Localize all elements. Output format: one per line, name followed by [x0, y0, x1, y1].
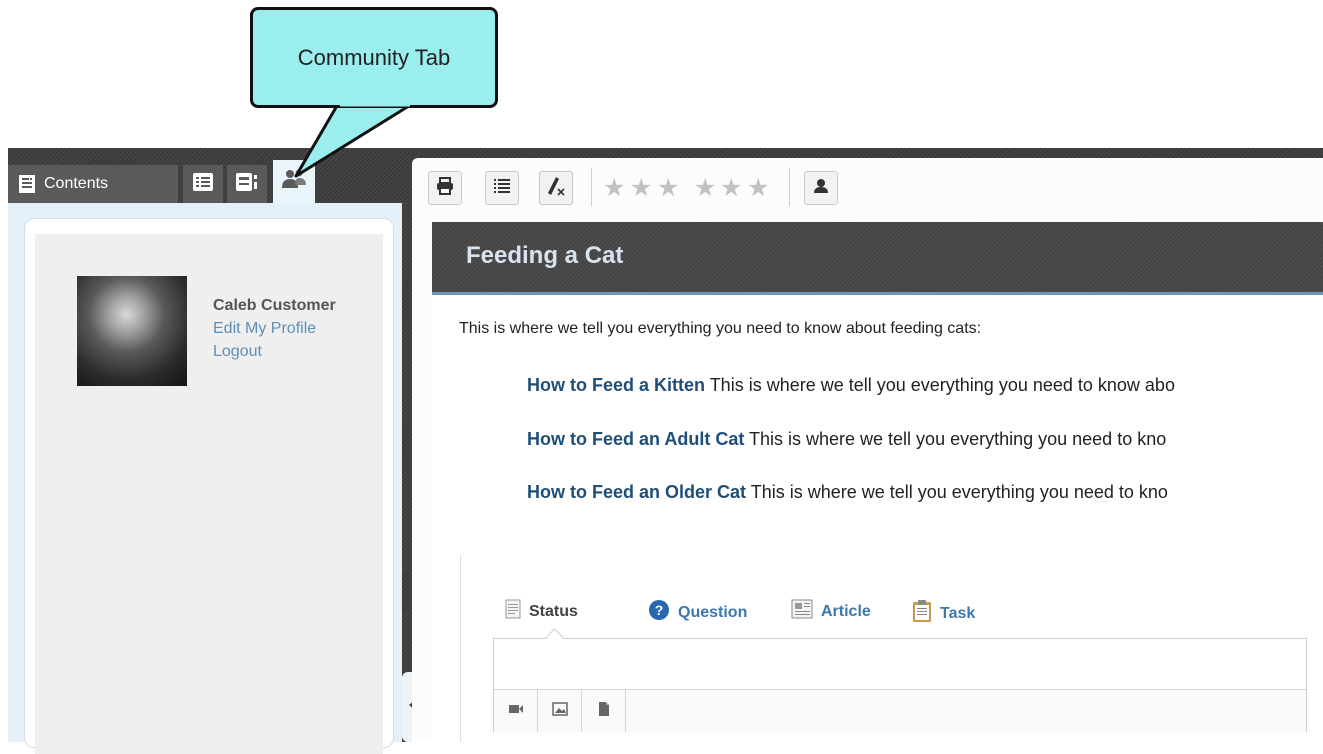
callout: Community Tab — [250, 7, 498, 108]
profile-name: Caleb Customer — [213, 297, 336, 314]
list-icon — [192, 172, 214, 197]
attach-image-button[interactable] — [538, 690, 582, 732]
post-input[interactable] — [494, 639, 1306, 689]
item-description: This is where we tell you everything you… — [705, 375, 1175, 395]
tab-community[interactable] — [273, 160, 315, 205]
item-description: This is where we tell you everything you… — [744, 429, 1167, 449]
attach-file-button[interactable] — [582, 690, 626, 732]
list-item: How to Feed an Older Cat This is where w… — [527, 482, 1323, 503]
subscribe-button[interactable] — [804, 171, 838, 205]
community-panel: Caleb Customer Edit My Profile Logout — [8, 203, 402, 754]
user-icon — [812, 177, 830, 200]
tab-task-label: Task — [940, 604, 976, 622]
attach-video-button[interactable] — [494, 690, 538, 732]
tab-status-label: Status — [529, 602, 578, 620]
tab-index[interactable] — [183, 165, 223, 203]
contents-icon — [18, 174, 36, 194]
rating-star-3[interactable]: ★ — [657, 174, 679, 202]
tab-status[interactable]: Status — [505, 599, 578, 624]
rating-star-2[interactable]: ★ — [630, 174, 652, 202]
older-cat-link[interactable]: How to Feed an Older Cat — [527, 482, 746, 502]
video-icon — [508, 702, 524, 720]
svg-text:?: ? — [655, 602, 664, 618]
task-icon — [912, 599, 932, 628]
tab-task[interactable]: Task — [912, 599, 975, 628]
callout-label: Community Tab — [297, 44, 451, 70]
remove-highlight-button[interactable] — [539, 171, 573, 205]
page-title: Feeding a Cat — [466, 242, 624, 269]
rating-star-4[interactable]: ★ — [694, 174, 716, 202]
print-button[interactable] — [428, 171, 462, 205]
topic-intro: This is where we tell you everything you… — [459, 320, 982, 337]
list-item: How to Feed a Kitten This is where we te… — [527, 375, 1323, 396]
list-item: How to Feed an Adult Cat This is where w… — [527, 429, 1323, 450]
tab-contents-label: Contents — [44, 175, 109, 192]
tab-contents[interactable]: Contents — [8, 165, 178, 203]
community-icon — [281, 168, 307, 195]
kitten-link[interactable]: How to Feed a Kitten — [527, 375, 705, 395]
item-description: This is where we tell you everything you… — [746, 482, 1168, 502]
expand-all-button[interactable] — [485, 171, 519, 205]
feed-divider — [460, 555, 461, 742]
glossary-icon — [235, 172, 259, 197]
print-icon — [436, 176, 454, 200]
status-icon — [505, 599, 521, 624]
logout-link[interactable]: Logout — [213, 343, 262, 361]
toolbar-separator — [789, 168, 790, 206]
tab-glossary[interactable] — [227, 165, 267, 203]
post-composer — [493, 638, 1307, 732]
tab-question[interactable]: ? Question — [648, 599, 747, 626]
edit-profile-link[interactable]: Edit My Profile — [213, 320, 316, 338]
community-card: Caleb Customer Edit My Profile Logout — [24, 218, 394, 754]
rating-star-1[interactable]: ★ — [603, 174, 625, 202]
profile-area: Caleb Customer Edit My Profile Logout — [35, 234, 383, 754]
tab-article[interactable]: Article — [791, 599, 871, 624]
toc-icon — [493, 178, 511, 199]
file-icon — [598, 701, 610, 722]
article-icon — [791, 599, 813, 624]
avatar[interactable] — [77, 276, 187, 386]
rating-star-5[interactable]: ★ — [720, 174, 742, 202]
tab-question-label: Question — [678, 603, 748, 621]
tab-article-label: Article — [821, 602, 871, 620]
image-icon — [551, 701, 568, 721]
post-toolbar — [494, 689, 1306, 732]
adult-cat-link[interactable]: How to Feed an Adult Cat — [527, 429, 744, 449]
toolbar-separator — [591, 168, 592, 206]
rating-star-6[interactable]: ★ — [747, 174, 769, 202]
question-icon: ? — [648, 599, 670, 626]
remove-highlight-icon — [545, 175, 567, 202]
